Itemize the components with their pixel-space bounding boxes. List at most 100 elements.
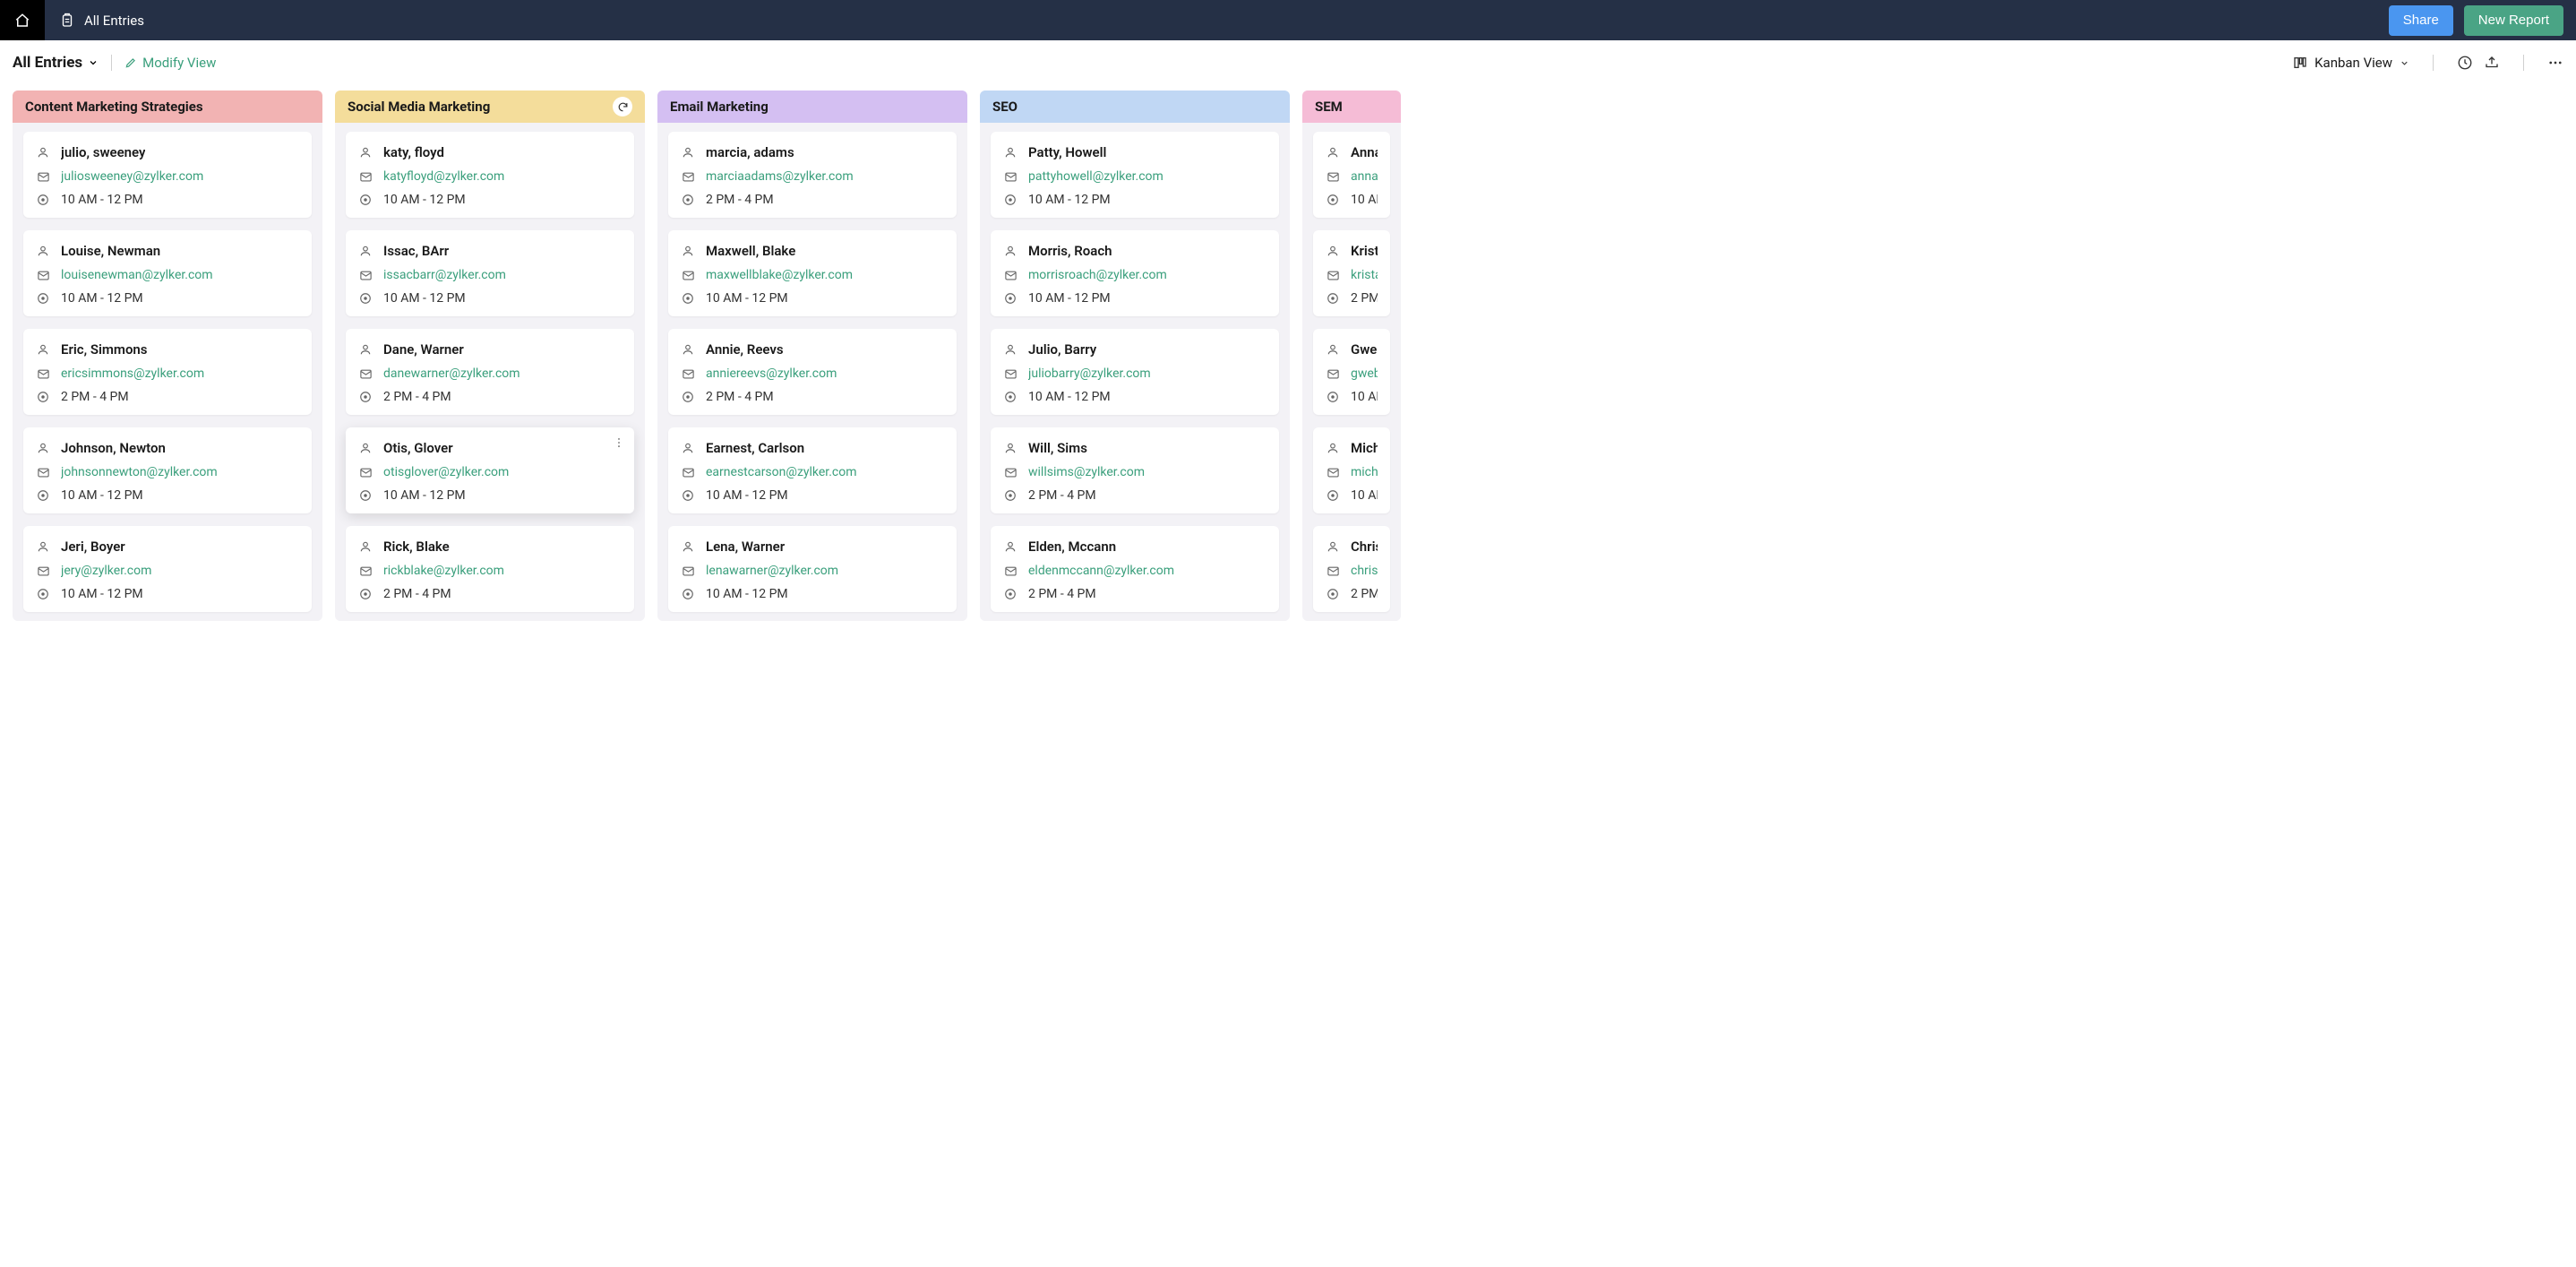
kanban-column: Content Marketing Strategies julio, sween… bbox=[13, 90, 322, 621]
card-email[interactable]: louisenewman@zylker.com bbox=[61, 268, 213, 282]
entries-dropdown[interactable]: All Entries bbox=[13, 54, 99, 72]
kanban-card[interactable]: Otis, Glover otisglover@zylker.com 10 AM -… bbox=[346, 427, 634, 513]
card-email[interactable]: michell bbox=[1351, 465, 1378, 479]
card-email-row: rickblake@zylker.com bbox=[358, 564, 622, 578]
kanban-card[interactable]: Annie, Reevsanniereevs@zylker.com2 PM - … bbox=[668, 329, 957, 415]
kanban-card[interactable]: Krista,krista@2 PM - bbox=[1313, 230, 1390, 316]
card-time-row: 10 AM - 12 PM bbox=[1003, 193, 1267, 207]
kanban-card[interactable]: Issac, BArrissacbarr@zylker.com10 AM - 1… bbox=[346, 230, 634, 316]
card-email[interactable]: pattyhowell@zylker.com bbox=[1028, 169, 1163, 184]
card-email[interactable]: maxwellblake@zylker.com bbox=[706, 268, 853, 282]
card-name-row: Eric, Simmons bbox=[36, 341, 299, 358]
column-body: marcia, adamsmarciaadams@zylker.com2 PM … bbox=[657, 123, 967, 621]
kanban-card[interactable]: julio, sweeneyjuliosweeney@zylker.com10 … bbox=[23, 132, 312, 218]
kanban-card[interactable]: Dane, Warnerdanewarner@zylker.com2 PM - … bbox=[346, 329, 634, 415]
card-email[interactable]: rickblake@zylker.com bbox=[383, 564, 504, 578]
card-email[interactable]: lenawarner@zylker.com bbox=[706, 564, 838, 578]
card-name: Eric, Simmons bbox=[61, 341, 148, 358]
card-name: Otis, Glover bbox=[383, 440, 453, 456]
target-icon bbox=[681, 194, 695, 206]
card-email[interactable]: ericsimmons@zylker.com bbox=[61, 366, 204, 381]
card-email[interactable]: anniereevs@zylker.com bbox=[706, 366, 837, 381]
refresh-button[interactable] bbox=[613, 97, 632, 116]
kanban-column: SEO Patty, Howellpattyhowell@zylker.com10… bbox=[980, 90, 1290, 621]
card-name: Gwen, bbox=[1351, 341, 1378, 358]
card-email[interactable]: gwebru bbox=[1351, 366, 1378, 381]
card-email[interactable]: willsims@zylker.com bbox=[1028, 465, 1145, 479]
kanban-card[interactable]: Michelmichell10 AM bbox=[1313, 427, 1390, 513]
person-icon bbox=[36, 343, 50, 356]
mail-icon bbox=[681, 466, 695, 479]
kanban-card[interactable]: Elden, Mccanneldenmccann@zylker.com2 PM … bbox=[991, 526, 1279, 612]
card-email[interactable]: annaw bbox=[1351, 169, 1378, 184]
share-icon-button[interactable] bbox=[2484, 55, 2500, 71]
card-email[interactable]: otisglover@zylker.com bbox=[383, 465, 509, 479]
kanban-card[interactable]: Johnson, Newtonjohnsonnewton@zylker.com1… bbox=[23, 427, 312, 513]
target-icon bbox=[1326, 194, 1340, 206]
card-time: 2 PM - 4 PM bbox=[1028, 587, 1096, 601]
column-header[interactable]: SEM bbox=[1302, 90, 1401, 123]
column-header[interactable]: Email Marketing bbox=[657, 90, 967, 123]
modify-view-link[interactable]: Modify View bbox=[125, 55, 216, 71]
kanban-card[interactable]: Jeri, Boyerjery@zylker.com10 AM - 12 PM bbox=[23, 526, 312, 612]
kanban-card[interactable]: Julio, Barryjuliobarry@zylker.com10 AM -… bbox=[991, 329, 1279, 415]
kanban-card[interactable]: Patty, Howellpattyhowell@zylker.com10 AM… bbox=[991, 132, 1279, 218]
card-name: Anna, bbox=[1351, 144, 1378, 160]
kanban-card[interactable]: Earnest, Carlsonearnestcarson@zylker.com… bbox=[668, 427, 957, 513]
kanban-column: Social Media Marketing katy, floydkatyflo… bbox=[335, 90, 645, 621]
kanban-card[interactable]: Lena, Warnerlenawarner@zylker.com10 AM -… bbox=[668, 526, 957, 612]
target-icon bbox=[1003, 588, 1018, 600]
card-email[interactable]: juliosweeney@zylker.com bbox=[61, 169, 203, 184]
kanban-card[interactable]: Louise, Newmanlouisenewman@zylker.com10 … bbox=[23, 230, 312, 316]
card-email[interactable]: earnestcarson@zylker.com bbox=[706, 465, 857, 479]
home-button[interactable] bbox=[0, 0, 45, 40]
target-icon bbox=[1326, 391, 1340, 403]
person-icon bbox=[358, 442, 373, 454]
card-time-row: 10 AM - 12 PM bbox=[681, 291, 944, 306]
kanban-card[interactable]: Eric, Simmonsericsimmons@zylker.com2 PM … bbox=[23, 329, 312, 415]
card-time: 10 AM - 12 PM bbox=[61, 193, 143, 207]
card-email[interactable]: johnsonnewton@zylker.com bbox=[61, 465, 218, 479]
kanban-card[interactable]: Chris,chriska2 PM - bbox=[1313, 526, 1390, 612]
card-email-row: johnsonnewton@zylker.com bbox=[36, 465, 299, 479]
mail-icon bbox=[681, 565, 695, 578]
column-header[interactable]: Content Marketing Strategies bbox=[13, 90, 322, 123]
target-icon bbox=[36, 194, 50, 206]
modify-view-label: Modify View bbox=[142, 55, 216, 71]
card-time: 10 AM - 12 PM bbox=[383, 193, 466, 207]
card-time-row: 10 AM - 12 PM bbox=[358, 488, 622, 503]
card-email[interactable]: chriska bbox=[1351, 564, 1378, 578]
person-icon bbox=[36, 245, 50, 257]
column-header[interactable]: Social Media Marketing bbox=[335, 90, 645, 123]
card-email[interactable]: morrisroach@zylker.com bbox=[1028, 268, 1167, 282]
new-report-button[interactable]: New Report bbox=[2464, 5, 2563, 36]
column-header[interactable]: SEO bbox=[980, 90, 1290, 123]
card-menu-button[interactable] bbox=[613, 436, 625, 449]
history-button[interactable] bbox=[2457, 55, 2473, 71]
kanban-card[interactable]: katy, floydkatyfloyd@zylker.com10 AM - 1… bbox=[346, 132, 634, 218]
card-name-row: Jeri, Boyer bbox=[36, 539, 299, 555]
card-email[interactable]: jery@zylker.com bbox=[61, 564, 151, 578]
card-email[interactable]: katyfloyd@zylker.com bbox=[383, 169, 504, 184]
card-email[interactable]: issacbarr@zylker.com bbox=[383, 268, 506, 282]
kanban-view-dropdown[interactable]: Kanban View bbox=[2293, 55, 2409, 71]
card-email[interactable]: danewarner@zylker.com bbox=[383, 366, 520, 381]
kanban-card[interactable]: marcia, adamsmarciaadams@zylker.com2 PM … bbox=[668, 132, 957, 218]
more-button[interactable] bbox=[2547, 55, 2563, 71]
target-icon bbox=[1326, 292, 1340, 305]
person-icon bbox=[1326, 442, 1340, 454]
card-email-row: chriska bbox=[1326, 564, 1378, 578]
kanban-card[interactable]: Rick, Blakerickblake@zylker.com2 PM - 4 … bbox=[346, 526, 634, 612]
kanban-card[interactable]: Morris, Roachmorrisroach@zylker.com10 AM… bbox=[991, 230, 1279, 316]
kanban-card[interactable]: Gwen,gwebru10 AM bbox=[1313, 329, 1390, 415]
refresh-icon bbox=[617, 101, 629, 113]
card-email[interactable]: juliobarry@zylker.com bbox=[1028, 366, 1151, 381]
card-email[interactable]: marciaadams@zylker.com bbox=[706, 169, 854, 184]
card-email[interactable]: krista@ bbox=[1351, 268, 1378, 282]
share-button[interactable]: Share bbox=[2389, 5, 2453, 36]
kanban-card[interactable]: Will, Simswillsims@zylker.com2 PM - 4 PM bbox=[991, 427, 1279, 513]
card-email[interactable]: eldenmccann@zylker.com bbox=[1028, 564, 1174, 578]
kanban-card[interactable]: Maxwell, Blakemaxwellblake@zylker.com10 … bbox=[668, 230, 957, 316]
kanban-card[interactable]: Anna,annaw10 AM bbox=[1313, 132, 1390, 218]
card-name: Will, Sims bbox=[1028, 440, 1087, 456]
